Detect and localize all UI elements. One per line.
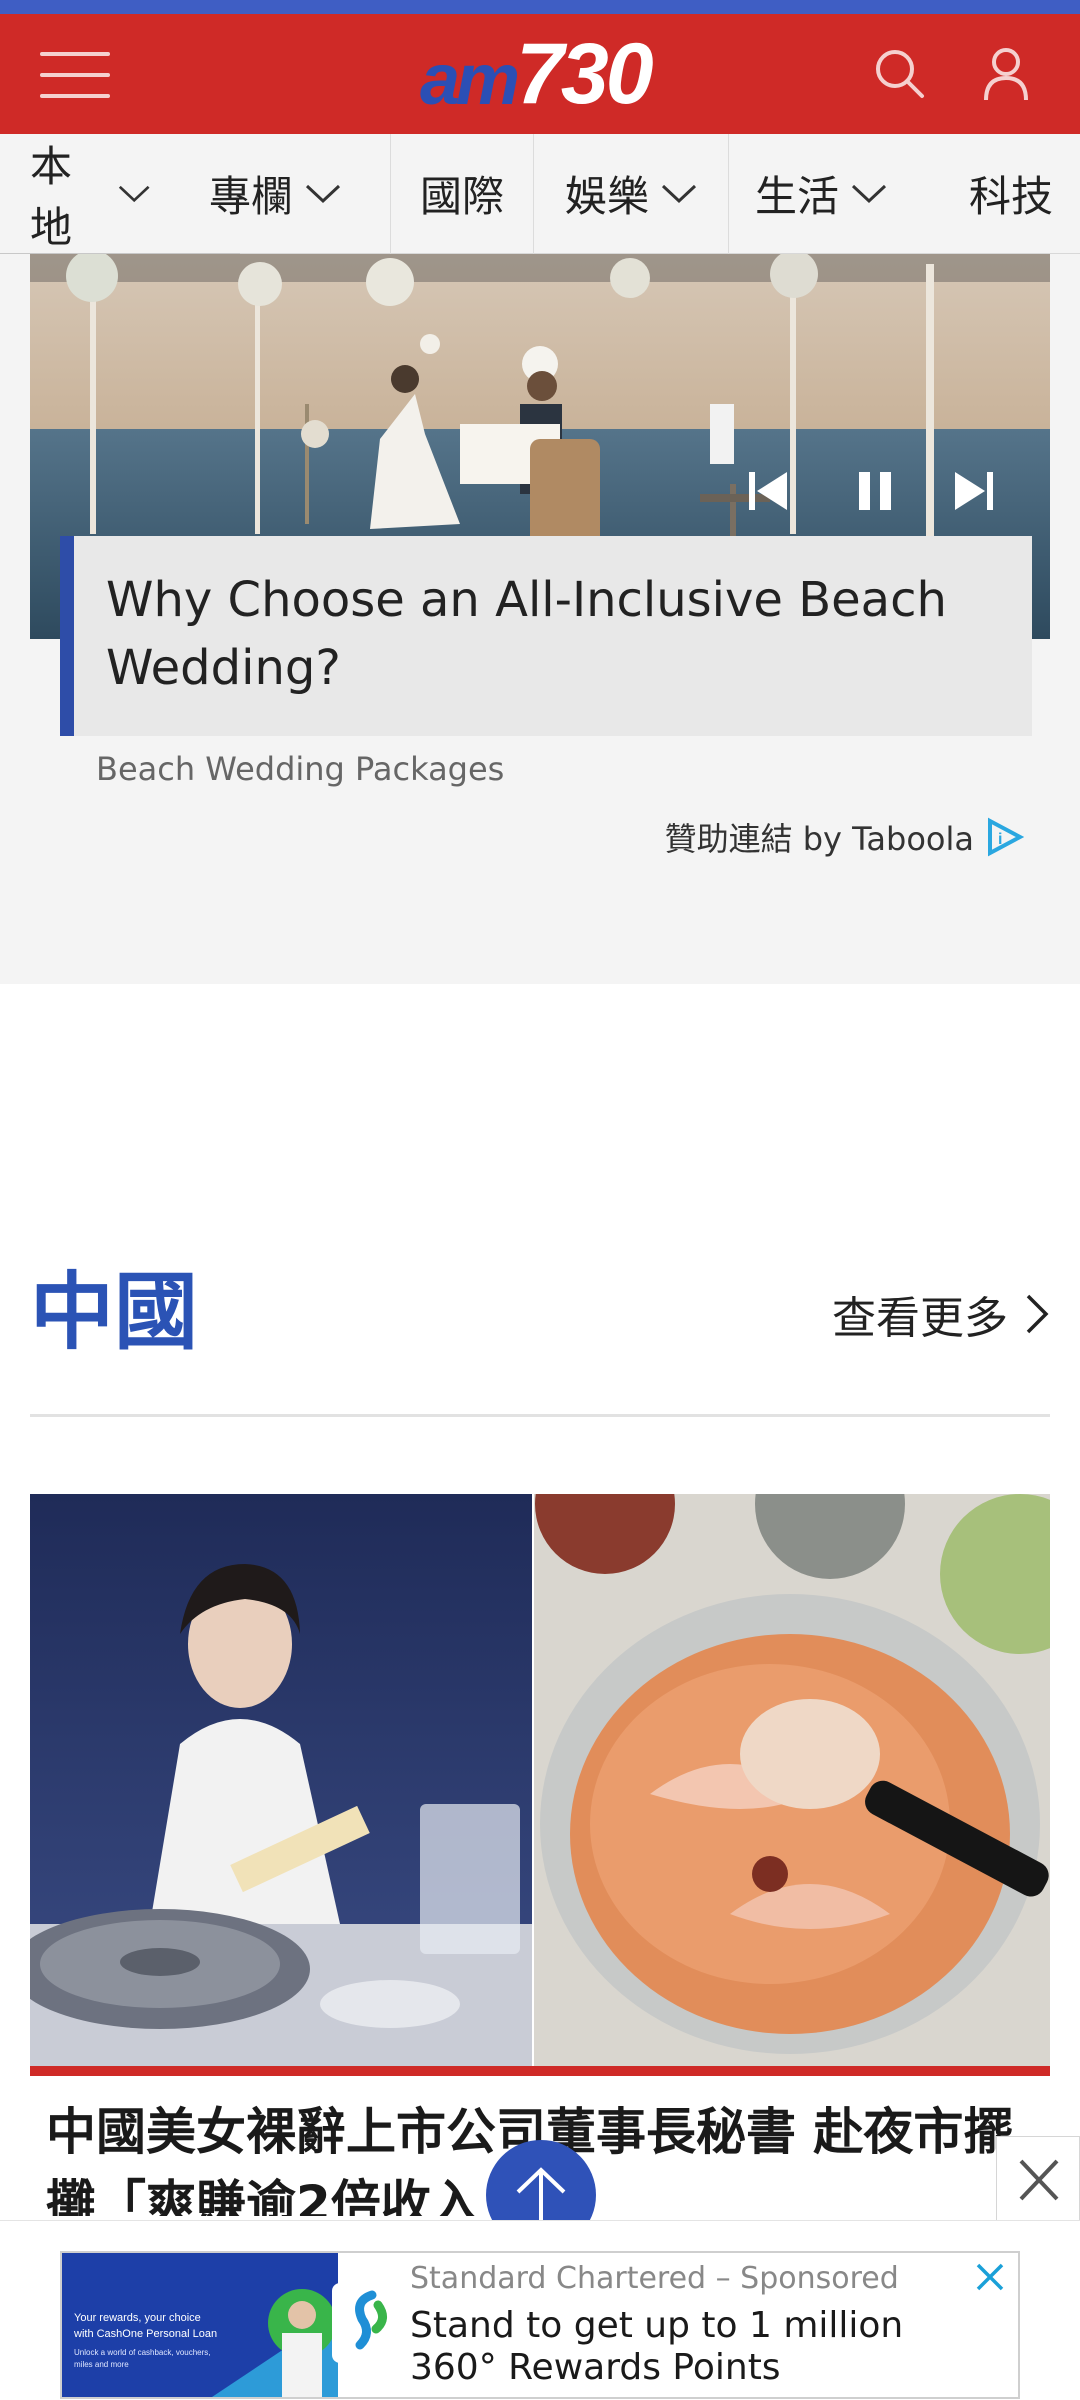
story-accent-bar — [30, 2066, 1050, 2076]
ad-card[interactable]: Your rewards, your choice with CashOne P… — [60, 2251, 1020, 2399]
close-ad-button[interactable] — [996, 2136, 1080, 2222]
taboola-icon: i — [988, 817, 1024, 857]
chevron-down-icon — [118, 185, 150, 202]
standard-chartered-logo-icon — [332, 2283, 406, 2363]
svg-text:i: i — [998, 831, 1002, 848]
chevron-right-icon — [1026, 1294, 1049, 1334]
logo-am: am — [420, 40, 520, 120]
sponsor-label: 贊助連結 by Taboola — [664, 820, 974, 858]
nav-item-local[interactable]: 本地 — [0, 134, 150, 254]
section-divider — [30, 1414, 1050, 1417]
nav-item-international[interactable]: 國際 — [391, 134, 533, 254]
site-header: am 730 — [0, 14, 1080, 134]
nav-label: 國際 — [419, 172, 504, 221]
chevron-down-icon — [305, 184, 341, 203]
nav-label: 專欄 — [208, 172, 293, 221]
story-image[interactable] — [30, 1494, 1050, 2068]
ad-thumb-line: miles and more — [74, 2360, 129, 2369]
promo-headline-card[interactable]: Why Choose an All-Inclusive Beach Weddin… — [60, 536, 1032, 736]
search-icon[interactable] — [870, 44, 930, 104]
top-accent-strip — [0, 0, 1080, 14]
user-icon[interactable] — [976, 44, 1036, 104]
ad-thumb-line: with CashOne Personal Loan — [73, 2328, 217, 2340]
nav-item-lifestyle[interactable]: 生活 — [729, 134, 913, 254]
see-more-link[interactable]: 查看更多 — [832, 1282, 1050, 1346]
page: am 730 本地 專欄 國際 娛樂 生活 科技 Why Choose an A… — [0, 0, 1080, 2400]
ad-text: Stand to get up to 1 million 360° Reward… — [410, 2305, 904, 2388]
see-more-label: 查看更多 — [832, 1293, 1008, 1344]
previous-icon[interactable] — [745, 468, 791, 514]
ad-sponsor-line: Standard Chartered – Sponsored — [410, 2261, 899, 2296]
hamburger-icon[interactable] — [40, 50, 110, 100]
nav-item-column[interactable]: 專欄 — [190, 134, 360, 254]
promo-source[interactable]: Beach Wedding Packages — [96, 750, 504, 788]
nav-label: 娛樂 — [564, 172, 649, 221]
category-nav: 本地 專欄 國際 娛樂 生活 科技 — [0, 133, 1080, 259]
nav-label: 科技 — [968, 172, 1053, 221]
taboola-attribution[interactable]: 贊助連結 by Taboola i — [665, 814, 1024, 860]
sponsored-content-widget: Why Choose an All-Inclusive Beach Weddin… — [0, 254, 1080, 984]
site-logo[interactable]: am 730 — [420, 26, 654, 122]
close-icon — [1019, 2159, 1059, 2201]
ad-thumb-line: Your rewards, your choice — [74, 2312, 201, 2324]
ad-thumb-line: Unlock a world of cashback, vouchers, — [74, 2348, 211, 2357]
chevron-down-icon — [851, 184, 887, 203]
carousel-controls — [745, 454, 1015, 524]
bottom-ad-banner: Your rewards, your choice with CashOne P… — [0, 2220, 1080, 2400]
nav-label: 生活 — [754, 172, 839, 221]
logo-730: 730 — [516, 26, 653, 122]
section-title: 中國 — [30, 1263, 199, 1361]
nav-item-tech[interactable]: 科技 — [913, 134, 1079, 254]
nav-label: 本地 — [30, 141, 73, 252]
pause-icon[interactable] — [853, 468, 899, 514]
close-icon[interactable] — [972, 2259, 1008, 2295]
chevron-down-icon — [661, 184, 697, 203]
ad-thumbnail: Your rewards, your choice with CashOne P… — [62, 2253, 338, 2397]
promo-headline: Why Choose an All-Inclusive Beach Weddin… — [106, 572, 947, 696]
nav-item-entertainment[interactable]: 娛樂 — [534, 134, 728, 254]
next-icon[interactable] — [951, 468, 997, 514]
